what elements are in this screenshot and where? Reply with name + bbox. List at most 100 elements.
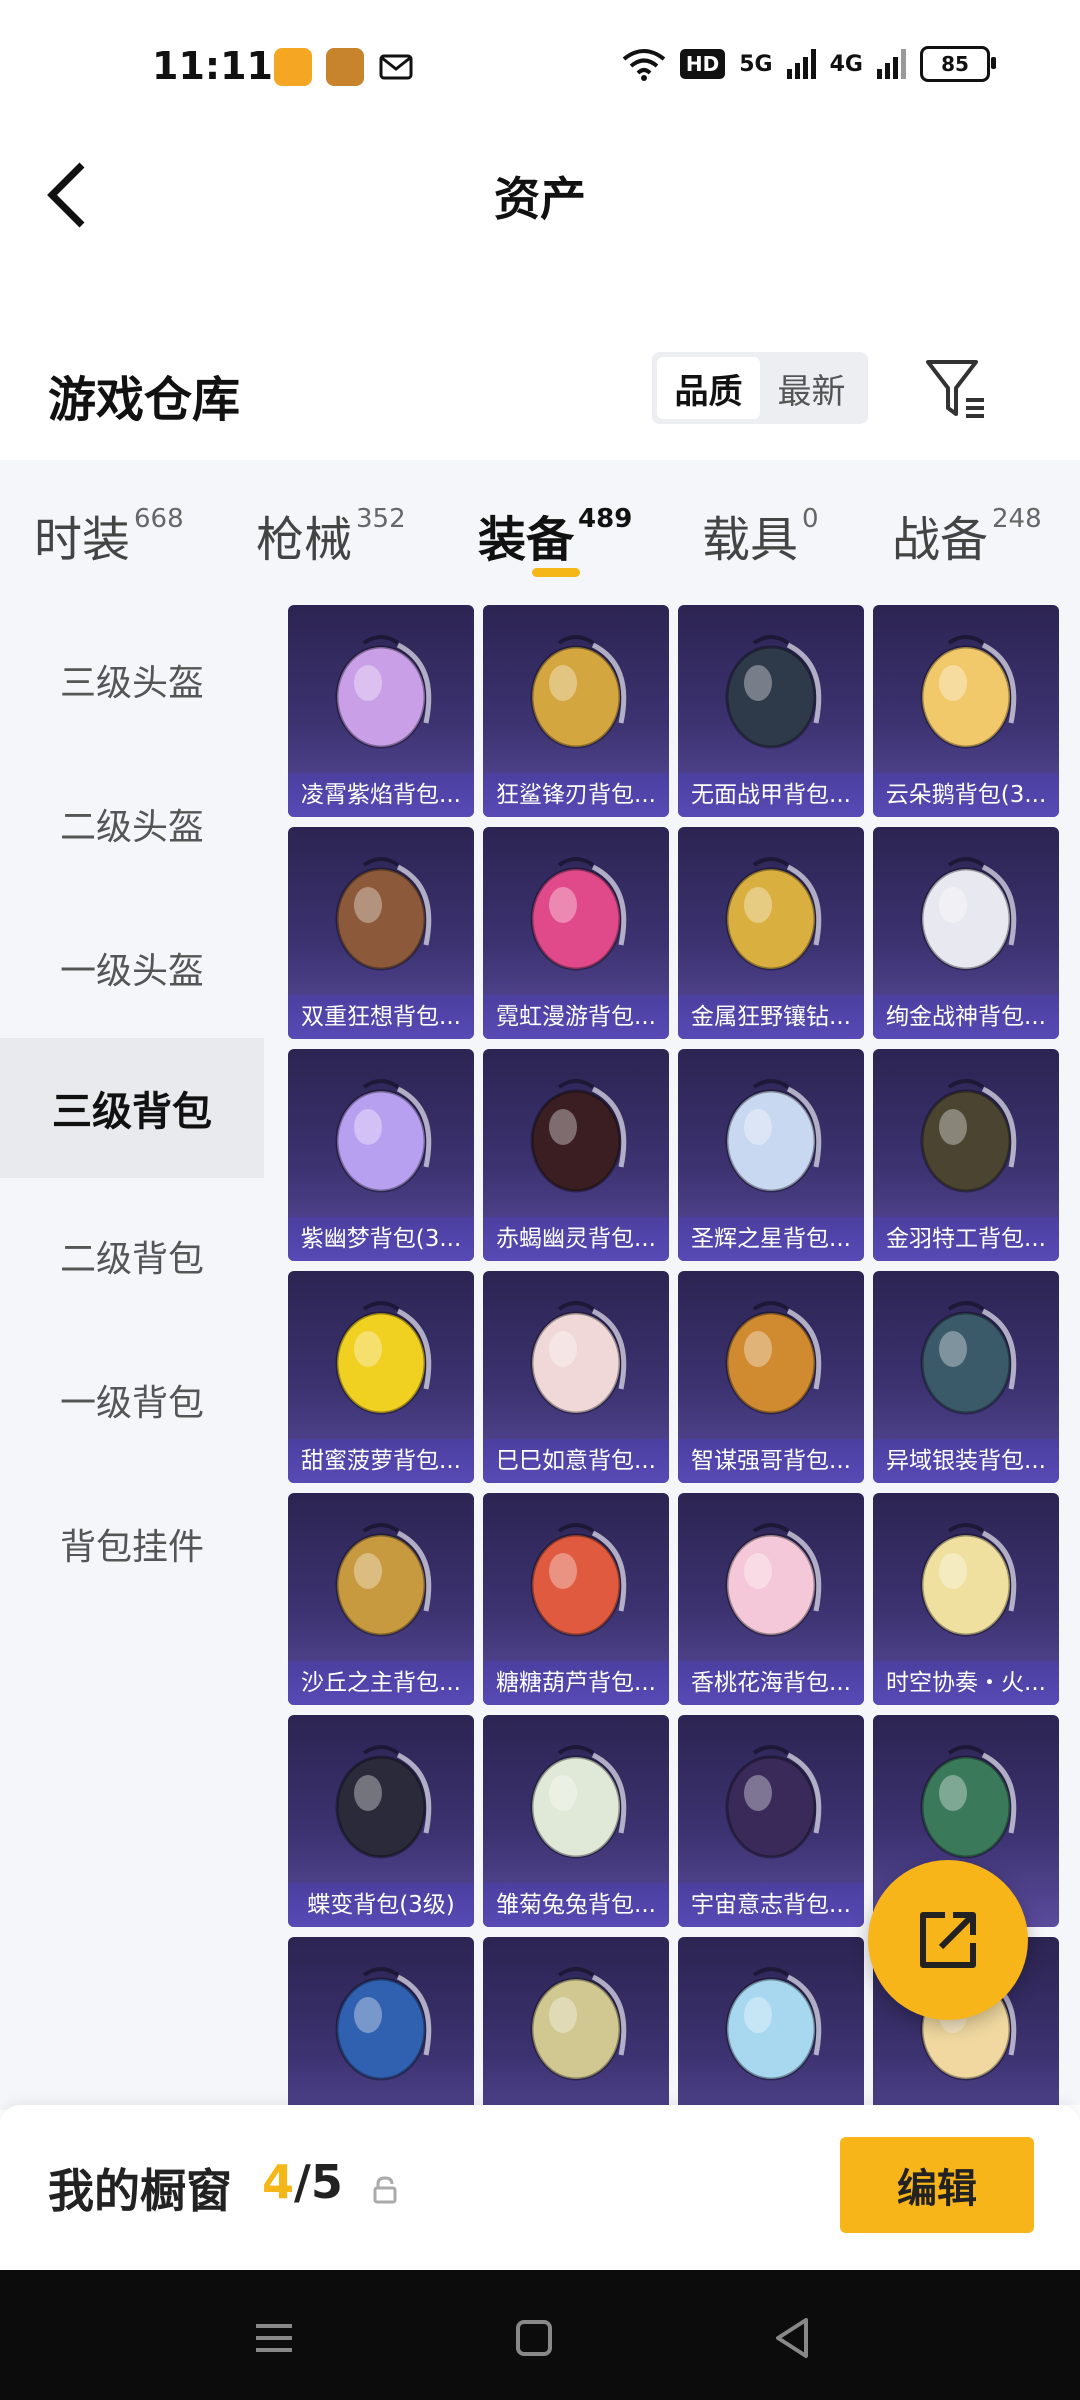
item-name: 糖糖葫芦背包... bbox=[483, 1661, 669, 1705]
neon-roam-backpack-icon bbox=[530, 857, 627, 971]
sidebar-item-backpack-lv1[interactable]: 一级背包 bbox=[0, 1330, 264, 1470]
item-name: 绚金战神背包... bbox=[873, 995, 1059, 1039]
item-card[interactable]: 异域银装背包... bbox=[873, 1271, 1059, 1483]
double-fantasy-backpack-icon bbox=[335, 857, 432, 971]
item-card[interactable]: 沙丘之主背包... bbox=[288, 1493, 474, 1705]
strategist-backpack-icon bbox=[725, 1301, 822, 1415]
tab-label: 时装 bbox=[34, 512, 131, 568]
tab-count: 489 bbox=[578, 504, 633, 534]
item-card[interactable]: 宇宙意志背包... bbox=[678, 1715, 864, 1927]
tab-label: 枪械 bbox=[256, 512, 353, 568]
share-button[interactable] bbox=[868, 1860, 1028, 2020]
category-tabs: 时装 668 枪械 352 装备 489 载具 0 战备 248 bbox=[0, 460, 1080, 600]
item-card[interactable]: 圣辉之星背包... bbox=[678, 1049, 864, 1261]
item-name: 狂鲨锋刃背包... bbox=[483, 773, 669, 817]
item-card[interactable]: 巳巳如意背包... bbox=[483, 1271, 669, 1483]
item-card[interactable]: 霓虹漫游背包... bbox=[483, 827, 669, 1039]
faceless-armor-backpack-icon bbox=[725, 635, 822, 749]
showcase-count: 4/5 bbox=[262, 2155, 343, 2209]
sidebar-item-helmet-lv2[interactable]: 二级头盔 bbox=[0, 754, 264, 894]
tab-count: 352 bbox=[356, 504, 406, 534]
sidebar-item-backpack-lv2[interactable]: 二级背包 bbox=[0, 1186, 264, 1326]
item-card[interactable] bbox=[483, 1937, 669, 2105]
item-card[interactable]: 时空协奏・火... bbox=[873, 1493, 1059, 1705]
showcase-max: 5 bbox=[310, 2155, 343, 2209]
daisy-bunny-backpack-icon bbox=[530, 1745, 627, 1859]
tab-combat-gear[interactable]: 战备 248 bbox=[892, 500, 1042, 570]
sort-toggle: 品质 最新 bbox=[652, 352, 868, 424]
shark-blade-backpack-icon bbox=[530, 635, 627, 749]
showcase-separator: / bbox=[294, 2155, 311, 2209]
active-tab-indicator bbox=[532, 568, 580, 577]
item-card[interactable]: 金羽特工背包... bbox=[873, 1049, 1059, 1261]
sidebar-item-helmet-lv1[interactable]: 一级头盔 bbox=[0, 898, 264, 1038]
showcase-current: 4 bbox=[262, 2155, 295, 2209]
status-bar: 11:11 HD 5G 4G 85 bbox=[0, 0, 1080, 135]
item-card[interactable]: 无面战甲背包... bbox=[678, 605, 864, 817]
item-card[interactable]: 狂鲨锋刃背包... bbox=[483, 605, 669, 817]
item-card[interactable] bbox=[678, 1937, 864, 2105]
warehouse-title: 游戏仓库 bbox=[48, 372, 241, 428]
menu-icon[interactable] bbox=[244, 2308, 304, 2368]
sidebar-item-backpack-pendant[interactable]: 背包挂件 bbox=[0, 1474, 264, 1614]
item-card[interactable]: 蝶变背包(3级) bbox=[288, 1715, 474, 1927]
status-time: 11:11 bbox=[152, 44, 273, 88]
sort-option-newest[interactable]: 最新 bbox=[760, 357, 863, 419]
tab-vehicles[interactable]: 载具 0 bbox=[702, 500, 819, 570]
edit-button[interactable]: 编辑 bbox=[840, 2137, 1034, 2233]
candy-gourd-backpack-icon bbox=[530, 1523, 627, 1637]
item-card[interactable]: 智谋强哥背包... bbox=[678, 1271, 864, 1483]
item-name: 无面战甲背包... bbox=[678, 773, 864, 817]
tab-equipment[interactable]: 装备 489 bbox=[478, 500, 632, 570]
item-card[interactable]: 凌霄紫焰背包... bbox=[288, 605, 474, 817]
blue-robot-backpack-icon bbox=[335, 1967, 432, 2081]
hd-voice-badge: HD bbox=[679, 49, 726, 79]
mail-icon bbox=[379, 54, 413, 80]
sidebar-item-backpack-lv3[interactable]: 三级背包 bbox=[0, 1038, 264, 1178]
item-card[interactable]: 紫幽梦背包(3... bbox=[288, 1049, 474, 1261]
item-card[interactable]: 双重狂想背包... bbox=[288, 827, 474, 1039]
item-card[interactable]: 赤蝎幽灵背包... bbox=[483, 1049, 669, 1261]
sidebar-item-helmet-lv3[interactable]: 三级头盔 bbox=[0, 610, 264, 750]
filter-icon[interactable] bbox=[922, 352, 990, 424]
tab-count: 668 bbox=[134, 504, 184, 534]
back-nav-icon[interactable] bbox=[762, 2308, 822, 2368]
item-card[interactable]: 云朵鹅背包(3... bbox=[873, 605, 1059, 817]
showcase-label: 我的橱窗 bbox=[48, 2164, 232, 2218]
sort-option-quality[interactable]: 品质 bbox=[657, 357, 760, 419]
item-name: 蝶变背包(3级) bbox=[288, 1883, 474, 1927]
exotic-silver-backpack-icon bbox=[920, 1301, 1017, 1415]
dune-lord-backpack-icon bbox=[335, 1523, 432, 1637]
item-card[interactable]: 绚金战神背包... bbox=[873, 827, 1059, 1039]
peach-blossom-backpack-icon bbox=[725, 1523, 822, 1637]
tab-fashion[interactable]: 时装 668 bbox=[34, 500, 184, 570]
item-name: 霓虹漫游背包... bbox=[483, 995, 669, 1039]
subcategory-sidebar: 三级头盔 二级头盔 一级头盔 三级背包 二级背包 一级背包 背包挂件 bbox=[0, 600, 264, 2110]
network-5g-label: 5G bbox=[739, 51, 773, 77]
cloud-goose-backpack-icon bbox=[920, 635, 1017, 749]
item-name: 智谋强哥背包... bbox=[678, 1439, 864, 1483]
battery-indicator: 85 bbox=[920, 46, 996, 82]
item-name: 金羽特工背包... bbox=[873, 1217, 1059, 1261]
red-scorpion-backpack-icon bbox=[530, 1079, 627, 1193]
network-4g-label: 4G bbox=[829, 51, 863, 77]
tab-label: 战备 bbox=[892, 512, 989, 568]
item-card[interactable]: 金属狂野镶钻... bbox=[678, 827, 864, 1039]
item-card[interactable]: 甜蜜菠萝背包... bbox=[288, 1271, 474, 1483]
item-card[interactable] bbox=[288, 1937, 474, 2105]
item-card[interactable]: 糖糖葫芦背包... bbox=[483, 1493, 669, 1705]
item-card[interactable]: 香桃花海背包... bbox=[678, 1493, 864, 1705]
signal-4g-icon bbox=[877, 49, 906, 79]
pineapple-backpack-icon bbox=[335, 1301, 432, 1415]
tab-firearms[interactable]: 枪械 352 bbox=[256, 500, 406, 570]
item-name: 凌霄紫焰背包... bbox=[288, 773, 474, 817]
item-card[interactable]: 雏菊兔兔背包... bbox=[483, 1715, 669, 1927]
ornate-ring-backpack-icon bbox=[530, 1967, 627, 2081]
butterfly-backpack-icon bbox=[335, 1745, 432, 1859]
tab-label: 载具 bbox=[702, 512, 799, 568]
item-name: 甜蜜菠萝背包... bbox=[288, 1439, 474, 1483]
item-name: 异域银装背包... bbox=[873, 1439, 1059, 1483]
item-name: 紫幽梦背包(3... bbox=[288, 1217, 474, 1261]
home-icon[interactable] bbox=[504, 2308, 564, 2368]
tab-count: 248 bbox=[992, 504, 1042, 534]
